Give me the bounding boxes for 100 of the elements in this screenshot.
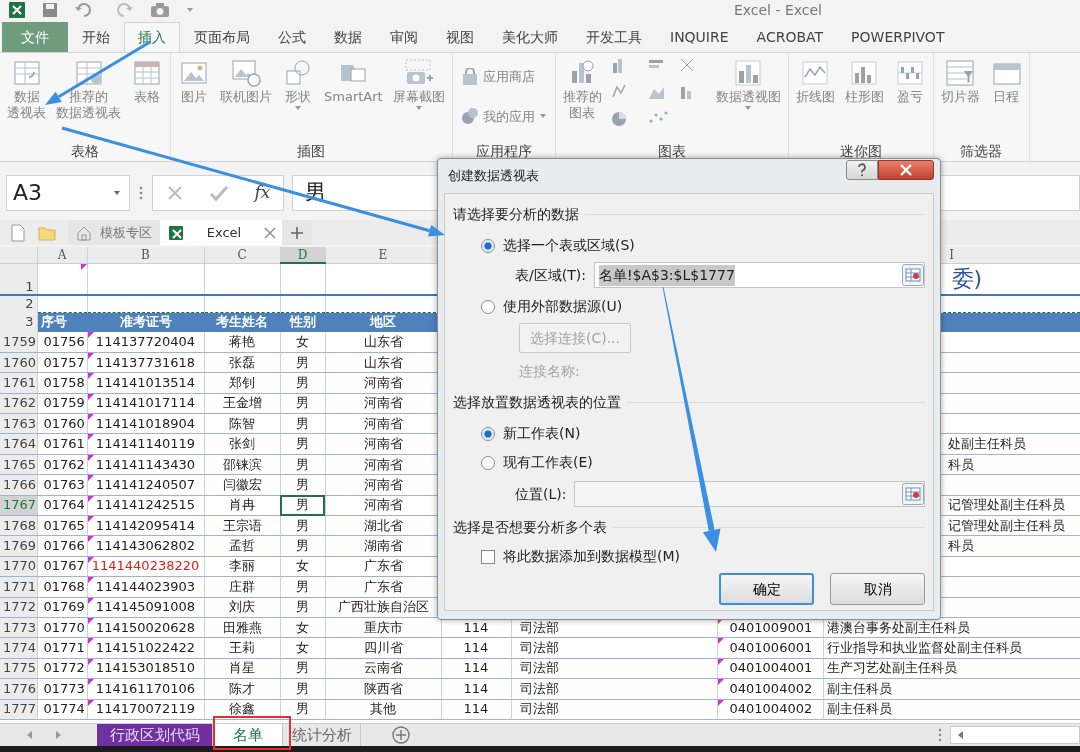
row-header[interactable]: 1767 bbox=[0, 495, 37, 516]
horizontal-scrollbar[interactable] bbox=[950, 725, 1080, 744]
sheet-tab[interactable]: 行政区划代码 bbox=[97, 723, 213, 746]
sheet-tab[interactable]: 名单 bbox=[213, 723, 283, 746]
ribbon-button[interactable]: 推荐的 数据透视表 bbox=[53, 57, 124, 121]
row-header[interactable]: 1770 bbox=[0, 556, 37, 577]
row-header[interactable]: 1764 bbox=[0, 433, 37, 455]
range-field[interactable]: 名单!$A$3:$L$1777 bbox=[593, 262, 925, 288]
scroll-left-icon bbox=[957, 729, 965, 740]
add-sheet-icon[interactable] bbox=[391, 724, 411, 745]
collapse-dialog-icon[interactable] bbox=[902, 264, 924, 286]
close-button[interactable] bbox=[878, 160, 934, 180]
ribbon-tab[interactable]: 插入 bbox=[124, 22, 180, 52]
table-cell: 男 bbox=[280, 372, 325, 394]
caret-icon[interactable] bbox=[186, 6, 194, 14]
row-header[interactable]: 1 bbox=[0, 263, 37, 295]
row-header[interactable]: 1768 bbox=[0, 515, 37, 536]
plus-icon bbox=[290, 225, 304, 240]
check-icon[interactable] bbox=[209, 183, 230, 202]
column-header[interactable]: A bbox=[37, 247, 87, 263]
ribbon-button[interactable]: 数据 透视表 bbox=[4, 57, 49, 121]
row-header[interactable]: 1776 bbox=[0, 678, 37, 700]
location-field[interactable] bbox=[574, 481, 925, 507]
ribbon-button[interactable]: 我的应用 bbox=[456, 104, 551, 128]
ribbon-tab[interactable]: 页面布局 bbox=[180, 22, 264, 52]
collapse-dialog-icon[interactable] bbox=[902, 483, 924, 505]
table-cell: 副主任科员 bbox=[823, 678, 1080, 700]
table-cell: 陈智 bbox=[204, 413, 280, 434]
row-header[interactable]: 1762 bbox=[0, 393, 37, 414]
cancel-icon[interactable] bbox=[165, 183, 184, 202]
row-header[interactable]: 1769 bbox=[0, 535, 37, 557]
ribbon-button[interactable]: 应用商店 bbox=[456, 65, 551, 89]
row-header[interactable]: 1760 bbox=[0, 352, 37, 373]
column-header[interactable]: C bbox=[204, 247, 280, 263]
ribbon-button[interactable]: 日程 bbox=[986, 57, 1025, 105]
table-cell: 01770 bbox=[37, 617, 87, 638]
row-header[interactable]: 1775 bbox=[0, 658, 37, 679]
ribbon-tab[interactable]: 审阅 bbox=[376, 22, 432, 52]
camera-icon[interactable] bbox=[150, 2, 170, 18]
document-icon[interactable] bbox=[10, 223, 26, 242]
row-header[interactable]: 1766 bbox=[0, 474, 37, 496]
ribbon-button[interactable]: 表格 bbox=[128, 57, 166, 105]
browser-tab[interactable]: Excel bbox=[160, 220, 282, 245]
ribbon-tab[interactable]: 开发工具 bbox=[572, 22, 656, 52]
ribbon-tab[interactable]: 开始 bbox=[68, 22, 124, 52]
comment-marker bbox=[717, 638, 724, 645]
ribbon-button[interactable]: 柱形图 bbox=[841, 57, 887, 105]
table-cell: 01763 bbox=[37, 474, 87, 496]
ribbon-tab[interactable]: 公式 bbox=[264, 22, 320, 52]
ribbon-button[interactable]: 盈亏 bbox=[890, 57, 929, 105]
column-header[interactable]: B bbox=[87, 247, 204, 263]
ribbon-button[interactable]: 切片器 bbox=[937, 57, 983, 105]
name-box[interactable]: A3 bbox=[6, 174, 130, 211]
row-header[interactable]: 1772 bbox=[0, 597, 37, 618]
ribbon-tab[interactable]: 视图 bbox=[432, 22, 488, 52]
ribbon-button[interactable]: 数据透视图 bbox=[712, 57, 784, 111]
help-button[interactable] bbox=[846, 160, 878, 180]
new-tab-button[interactable] bbox=[282, 220, 312, 245]
insert-function-button[interactable]: fx bbox=[254, 179, 271, 206]
ribbon-button[interactable]: 屏幕截图 bbox=[389, 57, 448, 111]
ribbon-tab[interactable]: 数据 bbox=[320, 22, 376, 52]
row-header[interactable]: 1765 bbox=[0, 454, 37, 475]
comment-marker bbox=[87, 638, 94, 645]
ribbon-button[interactable]: 图片 bbox=[175, 57, 213, 105]
table-cell: 男 bbox=[280, 474, 325, 496]
ribbon-button[interactable]: 联机图片 bbox=[217, 57, 275, 105]
radio-option[interactable]: 使用外部数据源(U) bbox=[481, 296, 925, 317]
section-heading: 选择是否想要分析多个表 bbox=[453, 518, 607, 537]
row-header[interactable]: 1759 bbox=[0, 332, 37, 353]
row-header[interactable]: 1763 bbox=[0, 413, 37, 434]
ribbon-button[interactable]: 折线图 bbox=[792, 57, 838, 105]
row-header[interactable]: 1773 bbox=[0, 617, 37, 638]
ribbon-tab[interactable]: 美化大师 bbox=[488, 22, 572, 52]
ribbon-button[interactable]: 推荐的 图表 bbox=[559, 57, 605, 121]
row-header[interactable]: 1761 bbox=[0, 372, 37, 394]
ok-button[interactable]: 确定 bbox=[719, 573, 814, 605]
table-cell: 男 bbox=[280, 454, 325, 475]
row-header[interactable]: 1777 bbox=[0, 699, 37, 720]
table-cell: 男 bbox=[280, 658, 325, 679]
row-header[interactable]: 3 bbox=[0, 312, 37, 332]
comment-marker bbox=[87, 414, 94, 421]
group-label: 应用程序 bbox=[474, 143, 533, 161]
column-header[interactable]: D bbox=[280, 247, 325, 263]
comment-marker bbox=[87, 658, 94, 665]
comment-marker bbox=[87, 556, 94, 563]
ribbon-tab[interactable]: POWERPIVOT bbox=[837, 22, 959, 52]
table-cell: 郑钊 bbox=[204, 372, 280, 394]
browser-tab[interactable]: 模板专区 bbox=[68, 220, 160, 245]
ribbon-button[interactable]: SmartArt bbox=[321, 57, 386, 105]
row-header[interactable]: 1774 bbox=[0, 637, 37, 659]
ribbon-tab[interactable]: INQUIRE bbox=[656, 22, 743, 52]
folder-icon[interactable] bbox=[38, 224, 56, 241]
close-icon[interactable] bbox=[264, 226, 276, 239]
cancel-button[interactable]: 取消 bbox=[830, 573, 925, 605]
row-header[interactable]: 1771 bbox=[0, 576, 37, 598]
save-icon[interactable] bbox=[42, 2, 58, 18]
ribbon-button[interactable]: 形状 bbox=[279, 57, 317, 111]
scroll-right-icon[interactable] bbox=[54, 729, 62, 740]
scroll-left-icon[interactable] bbox=[26, 729, 34, 740]
ribbon-tab[interactable]: ACROBAT bbox=[742, 22, 838, 52]
